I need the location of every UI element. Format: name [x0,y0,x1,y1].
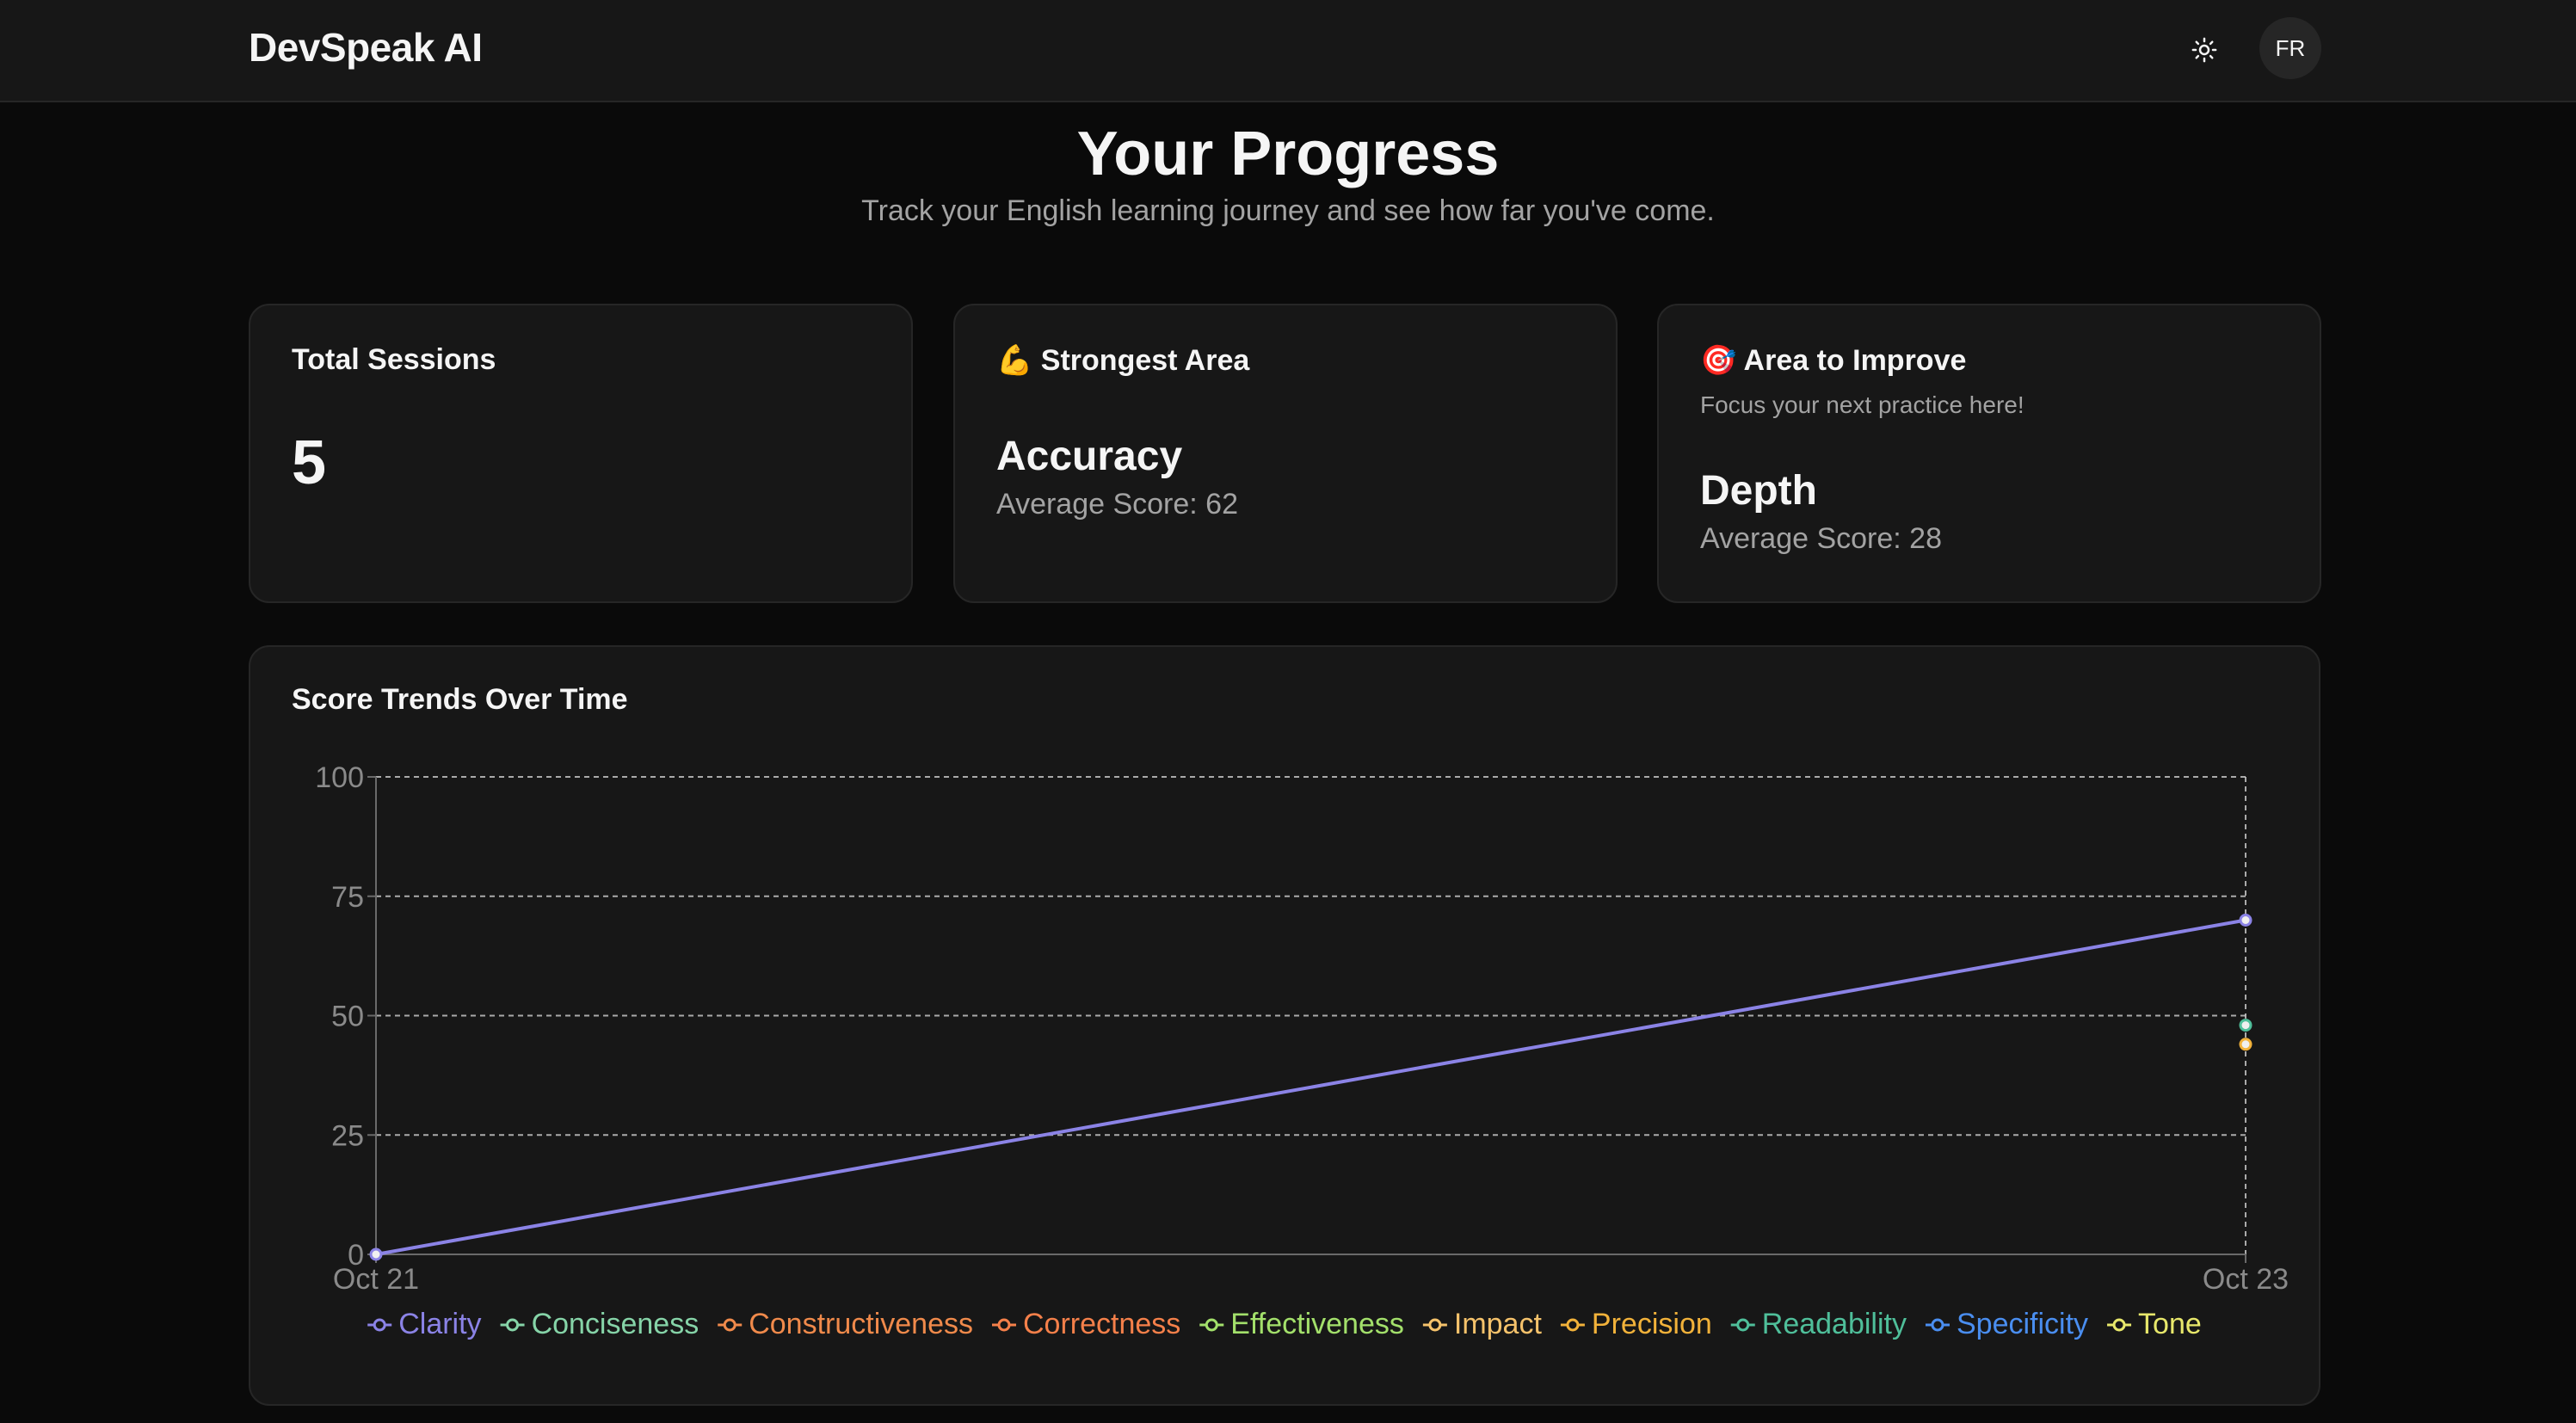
legend-marker-dot [1205,1318,1218,1332]
y-tick-label: 75 [331,881,364,914]
theme-toggle-button[interactable] [2180,26,2228,74]
x-tick-label: Oct 23 [2203,1263,2289,1296]
legend-item[interactable]: Clarity [367,1308,482,1340]
legend-label: Effectiveness [1230,1308,1404,1340]
y-tick-label: 50 [331,1001,364,1033]
page-title: Your Progress [1076,120,1500,188]
data-point [2239,914,2252,927]
y-tick-label: 25 [331,1119,364,1152]
strongest-area-label: Strongest Area [1040,344,1250,377]
strongest-area-title: 💪 Strongest Area [996,343,1249,378]
total-sessions-value: 5 [292,428,327,497]
area-to-improve-name: Depth [1700,468,1817,514]
area-to-improve-title: 🎯 Area to Improve [1700,343,1966,378]
data-point [2239,1019,2252,1032]
legend-item[interactable]: Effectiveness [1199,1308,1404,1340]
legend-marker-dot [1566,1318,1580,1332]
data-point [2239,1038,2252,1051]
legend-marker-dot [2112,1318,2126,1332]
page-subtitle: Track your English learning journey and … [861,194,1715,227]
score-trends-card: Score Trends Over Time 0 25 50 75 100 Oct 21 O… [249,645,2320,1406]
strongest-area-card: 💪 Strongest Area Accuracy Average Score:… [953,304,1618,603]
series-line [375,918,2246,1256]
area-to-improve-card: 🎯 Area to Improve Focus your next practi… [1657,304,2321,603]
user-avatar[interactable]: FR [2259,17,2321,79]
legend-item[interactable]: Readability [1730,1308,1907,1340]
legend-item[interactable]: Tone [2107,1308,2202,1340]
strongest-area-score: Average Score: 62 [996,488,1238,521]
legend-item[interactable]: Specificity [1925,1308,2088,1340]
top-navigation-bar: DevSpeak AI FR [0,0,2576,102]
legend-label: Specificity [1957,1308,2088,1340]
total-sessions-card: Total Sessions 5 [249,304,913,603]
legend-item[interactable]: Conciseness [500,1308,699,1340]
legend-label: Clarity [398,1308,481,1340]
legend-marker-dot [997,1318,1011,1332]
legend-item[interactable]: Impact [1422,1308,1543,1340]
area-to-improve-label: Area to Improve [1743,344,1967,377]
flexed-biceps-icon: 💪 [996,344,1033,377]
sun-icon [2191,37,2217,63]
area-to-improve-description: Focus your next practice here! [1700,391,2024,418]
x-tick-label: Oct 21 [333,1263,419,1296]
legend-label: Constructiveness [749,1308,973,1340]
brand-logo[interactable]: DevSpeak AI [249,24,483,71]
legend-label: Tone [2138,1308,2202,1340]
legend-marker-dot [1428,1318,1442,1332]
legend-marker-dot [373,1318,386,1332]
legend-marker-dot [1736,1318,1750,1332]
target-icon: 🎯 [1700,344,1737,377]
legend-item[interactable]: Correctness [992,1308,1180,1340]
chart-legend: Clarity Conciseness Constructiveness Correc… [367,1308,2202,1340]
legend-label: Readability [1762,1308,1907,1340]
legend-label: Conciseness [532,1308,699,1340]
legend-marker-dot [723,1318,736,1332]
total-sessions-title: Total Sessions [292,343,496,376]
legend-label: Precision [1592,1308,1712,1340]
score-trends-chart: 0255075100Oct 21 Oct 23Clarity Conciseness… [315,761,2289,1340]
data-point [369,1247,383,1261]
legend-marker-dot [1931,1318,1944,1332]
legend-item[interactable]: Precision [1560,1308,1712,1340]
legend-label: Correctness [1023,1308,1180,1340]
legend-label: Impact [1454,1308,1543,1340]
strongest-area-name: Accuracy [996,434,1183,479]
legend-item[interactable]: Constructiveness [718,1308,973,1340]
y-tick-label: 100 [315,761,364,794]
area-to-improve-score: Average Score: 28 [1700,522,1942,555]
legend-marker-dot [506,1318,520,1332]
